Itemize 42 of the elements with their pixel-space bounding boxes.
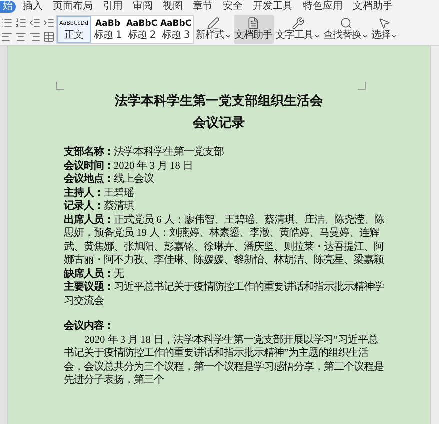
menu-tab[interactable]: 插入 <box>20 1 46 13</box>
record-field: 会议时间：2020 年 3 月 18 日 <box>64 160 386 173</box>
menu-tab[interactable]: 章节 <box>190 1 216 13</box>
menu-tab[interactable]: 安全 <box>220 1 246 13</box>
wrench-icon <box>292 17 304 30</box>
toolbar-button[interactable]: 查找替换 <box>322 15 370 44</box>
align-left-icon[interactable] <box>1 30 13 42</box>
toolbar-button[interactable]: 选择 <box>370 15 398 44</box>
document-subtitle: 会议记录 <box>192 114 246 132</box>
menu-tab[interactable]: 引用 <box>100 1 126 13</box>
menu-tab[interactable]: 特色应用 <box>300 1 346 13</box>
record-field: 出席人员：正式党员 6 人：廖伟智、王碧瑶、蔡清琪、庄洁、陈尧滢、陈思妍，预备党员 19 人：刘燕婷、林素鎏、李澈、黄皓婷、马曼婷、连辉武、黄焦娜、张旭阳、彭嘉铭、徐琳卉、潘庆坚、则拉莱・达吾提江、阿娜古丽・阿不力孜、李佳琳、陈媛媛、黎新怡、林胡洁、陈亮星、梁嘉颖 <box>64 214 386 268</box>
record-field: 支部名称：法学本科学生第一党支部 <box>64 146 386 160</box>
align-right-icon[interactable] <box>29 30 41 42</box>
section-heading: 会议内容： <box>64 320 115 334</box>
content-paragraph: 2020 年 3 月 18 日，法学本科学生第一党支部开展以学习“习近平总书记关于疫情防控工作的重要讲话和指示批示精神”为主题的组织生活会，会议总共分为三个议程，第一个议程是学习感悟分享，第二个议程是先进分子表扬，第三个 <box>64 334 385 388</box>
record-field: 会议地点：线上会议 <box>64 173 386 186</box>
record-field: 记录人：蔡清琪 <box>64 200 386 214</box>
menu-tab[interactable]: 审阅 <box>130 1 156 13</box>
table-icon[interactable] <box>43 30 55 42</box>
menu-tab[interactable]: 文档助手 <box>350 1 396 13</box>
align-center-icon[interactable] <box>15 30 27 42</box>
pen-icon <box>207 17 220 30</box>
toolbar-button[interactable]: 文档助手 <box>234 15 274 44</box>
menu-tab[interactable]: 开发工具 <box>250 1 296 13</box>
numbered-list-icon[interactable] <box>15 16 27 28</box>
record-field: 主持人：王碧瑶 <box>64 186 386 200</box>
outdent-icon[interactable] <box>29 16 41 28</box>
record-field: 主要议题：习近平总书记关于疫情防控工作的重要讲话和指示批示精神学习交流会 <box>64 281 386 308</box>
menu-tab[interactable]: 页面布局 <box>50 1 96 13</box>
corner-mark-icon <box>358 82 366 90</box>
corner-mark-icon <box>56 82 64 90</box>
menu-tab[interactable]: 视图 <box>160 1 186 13</box>
document-title: 法学本科学生第一党支部组织生活会 <box>114 92 324 110</box>
record-field: 缺席人员：无 <box>64 268 386 281</box>
toolbar-button[interactable]: 新样式 <box>195 15 232 44</box>
menu-tab[interactable]: 始 <box>0 1 16 13</box>
pointer-icon <box>378 17 391 30</box>
document-icon <box>247 17 260 30</box>
indent-icon[interactable] <box>43 16 55 28</box>
toolbar-button[interactable]: 文字工具 <box>274 15 322 44</box>
search-icon <box>340 17 352 30</box>
